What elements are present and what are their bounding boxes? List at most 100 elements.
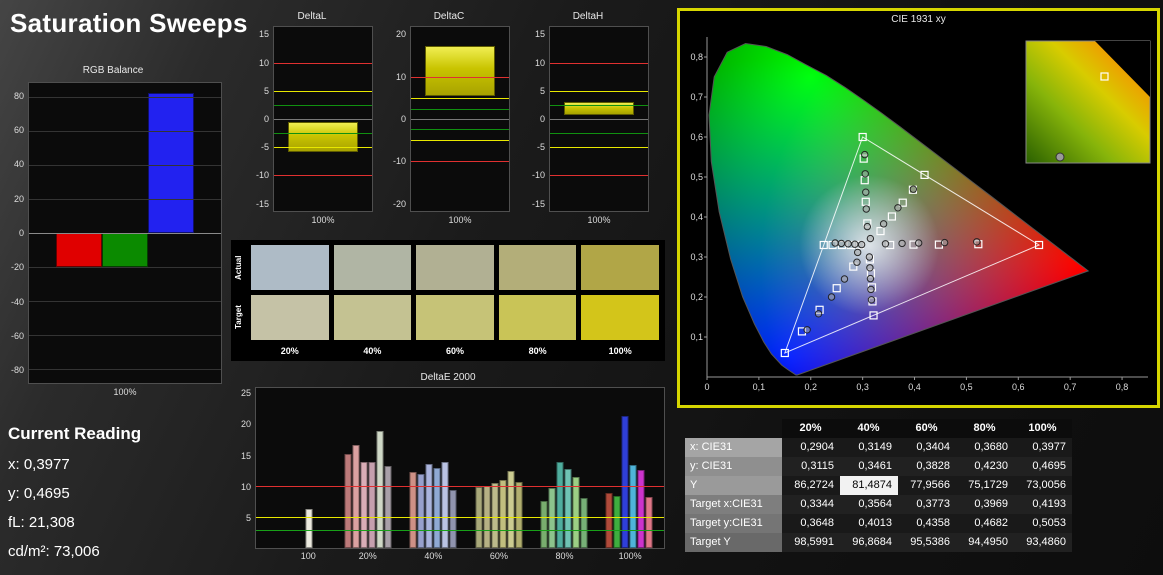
table-value-cell[interactable]: 81,4874 — [840, 476, 898, 495]
cie-diagram: 0 0,1 0,2 0,3 0,4 0,5 0,6 0,7 0,8 0,1 0,2 0,3 0,4 0,5… — [690, 37, 1151, 392]
table-value-cell[interactable]: 0,3773 — [898, 495, 956, 514]
table-value-cell[interactable]: 0,4682 — [956, 514, 1014, 533]
table-value-cell[interactable]: 0,4695 — [1014, 457, 1072, 476]
measured-point-magenta — [865, 253, 874, 261]
deltae-bar — [368, 462, 376, 548]
table-value-cell[interactable]: 0,3828 — [898, 457, 956, 476]
current-reading-cdm2: cd/m²: 73,006 — [8, 543, 100, 560]
zero-axis-line — [550, 119, 648, 120]
table-value-cell[interactable]: 0,5053 — [1014, 514, 1072, 533]
deltae-bar — [637, 470, 645, 548]
table-corner-cell — [685, 419, 782, 438]
x-tick-label: 0,8 — [1116, 382, 1129, 392]
y-tick-label: 5 — [245, 512, 251, 523]
y-tick-label: 10 — [534, 57, 545, 68]
table-value-cell[interactable]: 0,3977 — [1014, 438, 1072, 457]
table-value-cell[interactable]: 0,4013 — [840, 514, 898, 533]
swatch-row-label-actual: Actual — [234, 255, 243, 280]
table-value-cell[interactable]: 0,3680 — [956, 438, 1014, 457]
table-value-cell[interactable]: 0,3564 — [840, 495, 898, 514]
y-tick-label: -20 — [10, 262, 24, 273]
table-value-cell[interactable]: 73,0056 — [1014, 476, 1072, 495]
table-value-cell[interactable]: 96,8684 — [840, 533, 898, 552]
delta-c-chart-title: DeltaC — [433, 11, 465, 22]
table-row: Target x:CIE31 0,3344 0,3564 0,3773 0,3969 0,… — [685, 495, 1072, 514]
table-value-cell[interactable]: 93,4860 — [1014, 533, 1072, 552]
swatch-target-40% — [333, 295, 412, 340]
delta-h-plotwrap: 15 10 5 0 -5 -10 -15 — [527, 26, 649, 212]
rgb-balance-plotwrap: 80 60 40 20 0 -20 -40 -60 -80 — [4, 82, 222, 384]
x-tick-label: 100% — [618, 551, 642, 561]
table-value-cell[interactable]: 86,2724 — [782, 476, 840, 495]
deltae-x-axis: 100 20% 40% 60% 80% 100% — [255, 549, 665, 562]
y-tick-label: -15 — [531, 198, 545, 209]
cie-1931-panel: CIE 1931 xy 0 0,1 0,2 0,3 0,4 0,5 0,6 0,7 0,8 0,1… — [677, 8, 1160, 408]
rgb-balance-y-axis: 80 60 40 20 0 -20 -40 -60 -80 — [4, 82, 28, 384]
reference-line — [274, 63, 372, 65]
reference-line — [411, 77, 509, 79]
table-value-cell[interactable]: 0,3969 — [956, 495, 1014, 514]
measured-point-cyan — [857, 240, 866, 249]
delta-h-chart: DeltaH 15 10 5 0 -5 -10 -15 100% — [527, 10, 649, 225]
table-value-cell[interactable]: 0,3461 — [840, 457, 898, 476]
table-value-cell[interactable]: 75,1729 — [956, 476, 1014, 495]
y-tick-label: 0,6 — [690, 132, 703, 142]
table-value-cell[interactable]: 95,5386 — [898, 533, 956, 552]
deltae-plot-area — [255, 387, 665, 549]
table-value-cell[interactable]: 0,4193 — [1014, 495, 1072, 514]
rgb-bar-blue — [148, 93, 194, 233]
gridline — [29, 96, 221, 98]
y-tick-label: 0,5 — [690, 172, 703, 182]
measured-point-yellow — [853, 248, 862, 257]
gridline — [29, 130, 221, 132]
delta-l-y-axis: 15 10 5 0 -5 -10 -15 — [251, 26, 273, 212]
y-tick-label: 5 — [263, 85, 269, 96]
delta-c-x-label: 100% — [448, 215, 472, 225]
y-tick-label: 15 — [258, 29, 269, 40]
measured-point-green — [863, 222, 872, 231]
delta-h-y-axis: 15 10 5 0 -5 -10 -15 — [527, 26, 549, 212]
delta-h-chart-title: DeltaH — [572, 11, 604, 22]
y-tick-label: -20 — [392, 198, 406, 209]
deltae-plotwrap: 25 20 15 10 5 — [231, 387, 665, 549]
y-tick-label: -15 — [255, 198, 269, 209]
table-value-cell[interactable]: 0,3344 — [782, 495, 840, 514]
swatch-percent-label: 80% — [528, 346, 547, 356]
y-tick-label: 20 — [395, 29, 406, 40]
deltae-bar-group — [305, 388, 313, 548]
calibration-report-window: Saturation Sweeps RGB Balance 80 60 40 20 0 -… — [0, 0, 1163, 575]
reference-line — [256, 486, 664, 488]
x-tick-label: 0 — [704, 382, 709, 392]
table-row: Target Y 98,5991 96,8684 95,5386 94,4950 93,4… — [685, 533, 1072, 552]
table-value-cell[interactable]: 0,4358 — [898, 514, 956, 533]
table-value-cell[interactable]: 0,3404 — [898, 438, 956, 457]
swatch-target-20% — [251, 295, 329, 340]
y-tick-label: -80 — [10, 365, 24, 376]
gridline — [29, 267, 221, 269]
x-tick-label: 0,3 — [856, 382, 869, 392]
measured-point-blue — [827, 293, 836, 301]
deltae-bar — [491, 483, 499, 548]
x-tick-label: 20% — [358, 551, 377, 561]
reference-line — [550, 174, 648, 176]
measured-point-blue — [840, 275, 849, 283]
deltae-bar — [441, 462, 449, 548]
table-value-cell[interactable]: 0,4230 — [956, 457, 1014, 476]
table-value-cell[interactable]: 98,5991 — [782, 533, 840, 552]
deltae-bar — [417, 473, 425, 548]
measured-point-yellow — [866, 234, 875, 243]
y-tick-label: -10 — [531, 170, 545, 181]
y-tick-label: 0,7 — [690, 92, 703, 102]
y-tick-label: 15 — [240, 450, 251, 461]
table-value-cell[interactable]: 0,2904 — [782, 438, 840, 457]
table-value-cell[interactable]: 94,4950 — [956, 533, 1014, 552]
table-value-cell[interactable]: 77,9566 — [898, 476, 956, 495]
rgb-balance-chart-title: RGB Balance — [82, 65, 144, 76]
table-value-cell[interactable]: 0,3115 — [782, 457, 840, 476]
y-tick-label: -40 — [10, 296, 24, 307]
y-tick-label: 10 — [258, 57, 269, 68]
table-value-cell[interactable]: 0,3648 — [782, 514, 840, 533]
swatch-actual-20% — [251, 245, 329, 290]
table-value-cell[interactable]: 0,3149 — [840, 438, 898, 457]
swatch-actual-100% — [581, 245, 659, 290]
